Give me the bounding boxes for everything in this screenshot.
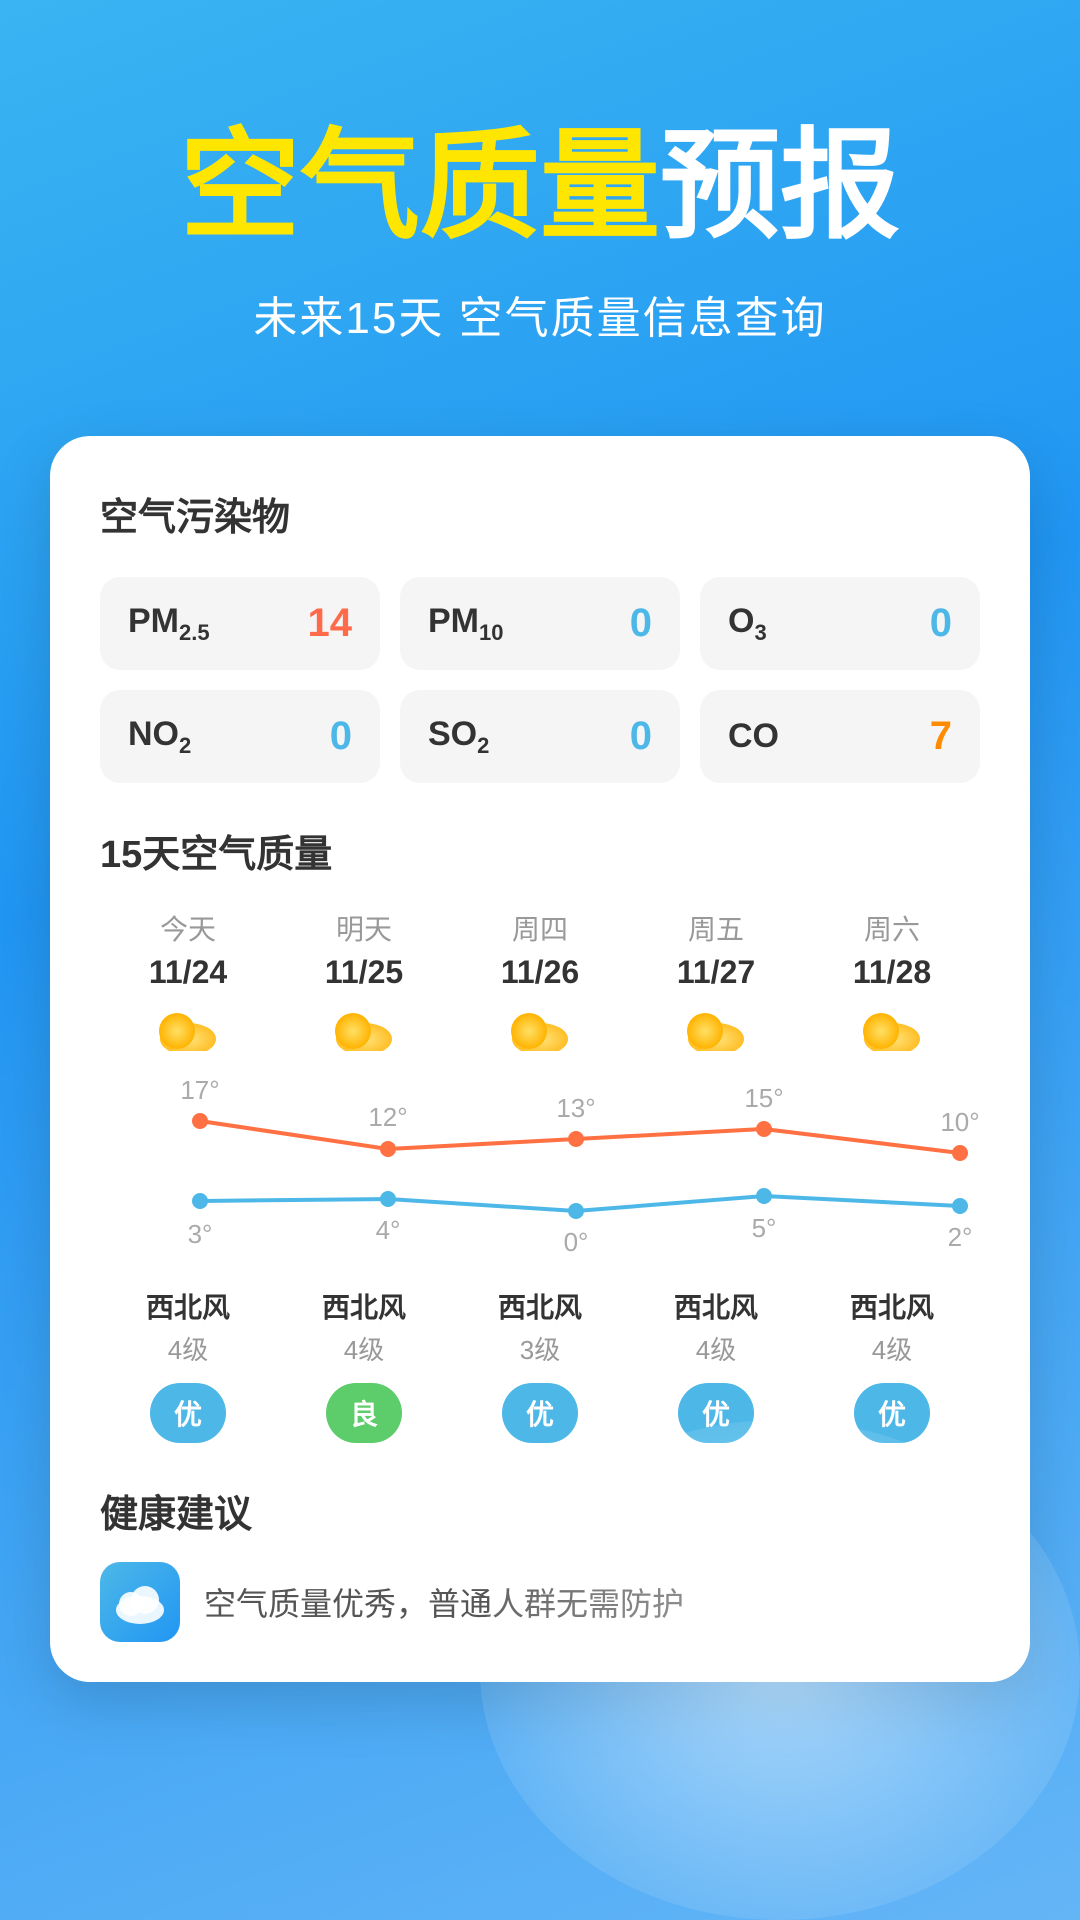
day-col-1: 明天 11/25 xyxy=(276,908,452,1051)
day-col-3: 周五 11/27 xyxy=(628,908,804,1051)
wind-level-0: 4级 xyxy=(168,1330,208,1367)
pollutant-pm25: PM2.5 14 xyxy=(100,577,380,670)
wind-dir-1: 西北风 xyxy=(322,1286,406,1326)
day-label-2: 周四 xyxy=(512,908,568,948)
svg-text:17°: 17° xyxy=(180,1075,219,1105)
so2-label: SO2 xyxy=(428,715,489,759)
pollutant-o3: O3 0 xyxy=(700,577,980,670)
wind-level-2: 3级 xyxy=(520,1330,560,1367)
pollutants-title: 空气污染物 xyxy=(100,486,980,541)
svg-text:0°: 0° xyxy=(564,1227,589,1257)
svg-text:10°: 10° xyxy=(940,1107,979,1137)
weather-icon-0 xyxy=(153,1007,223,1051)
wind-dir-4: 西北风 xyxy=(850,1286,934,1326)
wind-col-4: 西北风 4级 优 xyxy=(804,1286,980,1443)
weather-icon-4 xyxy=(857,1007,927,1051)
svg-text:3°: 3° xyxy=(188,1219,213,1249)
svg-text:13°: 13° xyxy=(556,1093,595,1123)
pollutant-pm10: PM10 0 xyxy=(400,577,680,670)
title-highlight: 空气质量 xyxy=(180,119,660,253)
quality-badge-0: 优 xyxy=(150,1383,226,1443)
day-date-3: 11/27 xyxy=(677,954,755,991)
wind-dir-2: 西北风 xyxy=(498,1286,582,1326)
day-label-1: 明天 xyxy=(336,908,392,948)
day-date-0: 11/24 xyxy=(149,954,227,991)
wind-col-1: 西北风 4级 良 xyxy=(276,1286,452,1443)
so2-value: 0 xyxy=(630,714,652,759)
cloud-icon xyxy=(113,1580,167,1624)
pollutants-grid: PM2.5 14 PM10 0 O3 0 NO2 0 SO2 0 CO 7 xyxy=(100,577,980,783)
pollutant-so2: SO2 0 xyxy=(400,690,680,783)
wind-grid: 西北风 4级 优 西北风 4级 良 西北风 3级 优 西北风 4级 优 西北风 … xyxy=(100,1286,980,1443)
pm10-value: 0 xyxy=(630,601,652,646)
co-label: CO xyxy=(728,717,779,756)
weather-icon-2 xyxy=(505,1007,575,1051)
day-label-0: 今天 xyxy=(160,908,216,948)
svg-text:5°: 5° xyxy=(752,1213,777,1243)
wind-col-0: 西北风 4级 优 xyxy=(100,1286,276,1443)
quality-badge-2: 优 xyxy=(502,1383,578,1443)
pm25-value: 14 xyxy=(308,601,353,646)
weather-icon-3 xyxy=(681,1007,751,1051)
day-label-4: 周六 xyxy=(864,908,920,948)
quality-badge-1: 良 xyxy=(326,1383,402,1443)
svg-text:12°: 12° xyxy=(368,1102,407,1132)
wind-dir-0: 西北风 xyxy=(146,1286,230,1326)
co-value: 7 xyxy=(930,714,952,759)
pollutant-no2: NO2 0 xyxy=(100,690,380,783)
forecast-title: 15天空气质量 xyxy=(100,823,980,878)
temperature-chart: 17° 12° 13° 15° 10° 3° 4° 0° 5 xyxy=(100,1071,980,1276)
temp-chart-svg: 17° 12° 13° 15° 10° 3° 4° 0° 5 xyxy=(110,1071,1050,1271)
pm25-label: PM2.5 xyxy=(128,602,210,646)
no2-label: NO2 xyxy=(128,715,191,759)
day-col-2: 周四 11/26 xyxy=(452,908,628,1051)
day-date-4: 11/28 xyxy=(853,954,931,991)
wind-level-1: 4级 xyxy=(344,1330,384,1367)
svg-text:4°: 4° xyxy=(376,1215,401,1245)
main-title: 空气质量预报 xyxy=(60,120,1020,252)
o3-label: O3 xyxy=(728,602,767,646)
wind-level-4: 4级 xyxy=(872,1330,912,1367)
health-icon xyxy=(100,1562,180,1642)
wind-level-3: 4级 xyxy=(696,1330,736,1367)
title-white: 预报 xyxy=(660,119,900,253)
wind-col-2: 西北风 3级 优 xyxy=(452,1286,628,1443)
header: 空气质量预报 未来15天 空气质量信息查询 xyxy=(0,0,1080,406)
svg-text:2°: 2° xyxy=(948,1222,973,1252)
wind-dir-3: 西北风 xyxy=(674,1286,758,1326)
subtitle: 未来15天 空气质量信息查询 xyxy=(60,282,1020,346)
day-label-3: 周五 xyxy=(688,908,744,948)
pollutant-co: CO 7 xyxy=(700,690,980,783)
days-header: 今天 11/24 明天 11/25 周四 11/26 xyxy=(100,908,980,1051)
weather-icon-1 xyxy=(329,1007,399,1051)
day-col-0: 今天 11/24 xyxy=(100,908,276,1051)
o3-value: 0 xyxy=(930,601,952,646)
day-date-2: 11/26 xyxy=(501,954,579,991)
svg-text:15°: 15° xyxy=(744,1083,783,1113)
day-date-1: 11/25 xyxy=(325,954,403,991)
pm10-label: PM10 xyxy=(428,602,503,646)
day-col-4: 周六 11/28 xyxy=(804,908,980,1051)
no2-value: 0 xyxy=(330,714,352,759)
